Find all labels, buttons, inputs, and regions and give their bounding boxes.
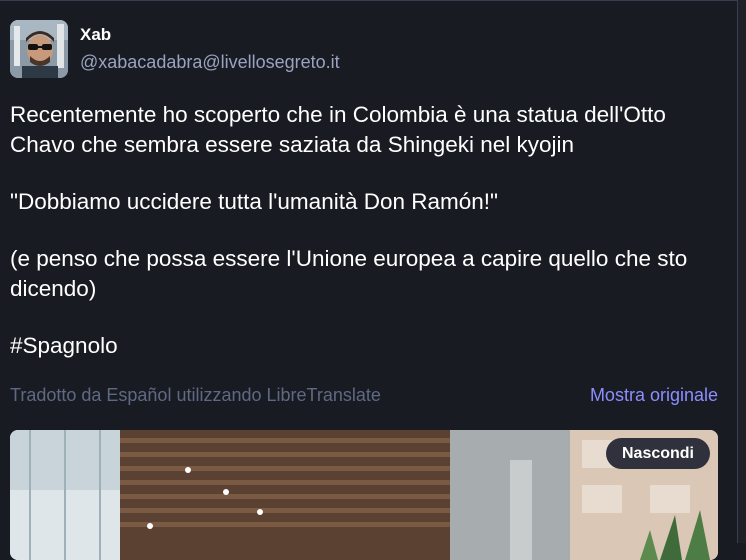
avatar[interactable] <box>10 20 68 78</box>
hide-media-button[interactable]: Nascondi <box>606 438 710 469</box>
author-display-name[interactable]: Xab <box>80 25 111 45</box>
top-divider <box>0 0 746 1</box>
post-paragraph: "Dobbiamo uccidere tutta l'umanità Don R… <box>10 189 499 214</box>
show-original-link[interactable]: Mostra originale <box>590 385 718 406</box>
hashtag-link[interactable]: #Spagnolo <box>10 331 730 361</box>
user-avatar-icon <box>10 20 68 78</box>
translation-note: Tradotto da Español utilizzando LibreTra… <box>10 385 381 405</box>
author-handle[interactable]: @xabacadabra@livellosegreto.it <box>80 52 340 73</box>
post-paragraph: (e penso che possa essere l'Unione europ… <box>10 246 688 301</box>
post-paragraph: Recentemente ho scoperto che in Colombia… <box>10 102 666 157</box>
scrollbar-track[interactable] <box>738 0 746 543</box>
post-content: Recentemente ho scoperto che in Colombia… <box>10 100 730 361</box>
